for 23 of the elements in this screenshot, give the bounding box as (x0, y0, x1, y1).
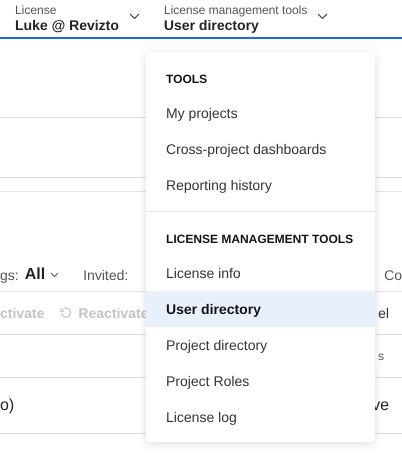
menu-item[interactable]: License info (146, 255, 375, 291)
menu-section-title: LICENSE MANAGEMENT TOOLS (165, 231, 354, 248)
selector-dropdown[interactable]: License Luke @ Revizto (15, 3, 140, 37)
table-cell: o) (0, 396, 14, 414)
filter-label: Co (384, 267, 402, 283)
chevron-down-icon (128, 13, 140, 20)
filter-dropdown[interactable]: All (24, 266, 60, 284)
menu-section-title: TOOLS (165, 71, 208, 88)
menu-item[interactable]: User directory (146, 291, 375, 327)
column-header: s (378, 349, 384, 363)
filter-label: gs: (0, 267, 19, 283)
selector-dropdown[interactable]: License management tools User directory (164, 3, 328, 37)
menu-item[interactable]: License log (146, 399, 375, 435)
menu-item[interactable]: Project directory (146, 327, 375, 363)
toolbar-button[interactable]: el (378, 305, 389, 321)
menu-item[interactable]: Reporting history (146, 167, 375, 203)
chevron-down-icon (317, 13, 328, 20)
filter-label: Invited: (83, 267, 128, 283)
menu-item[interactable]: Project Roles (146, 363, 375, 399)
chevron-down-icon (50, 272, 60, 278)
reload-icon (60, 307, 72, 319)
menu-item[interactable]: Cross-project dashboards (146, 131, 375, 167)
menu-item[interactable]: My projects (146, 95, 375, 131)
